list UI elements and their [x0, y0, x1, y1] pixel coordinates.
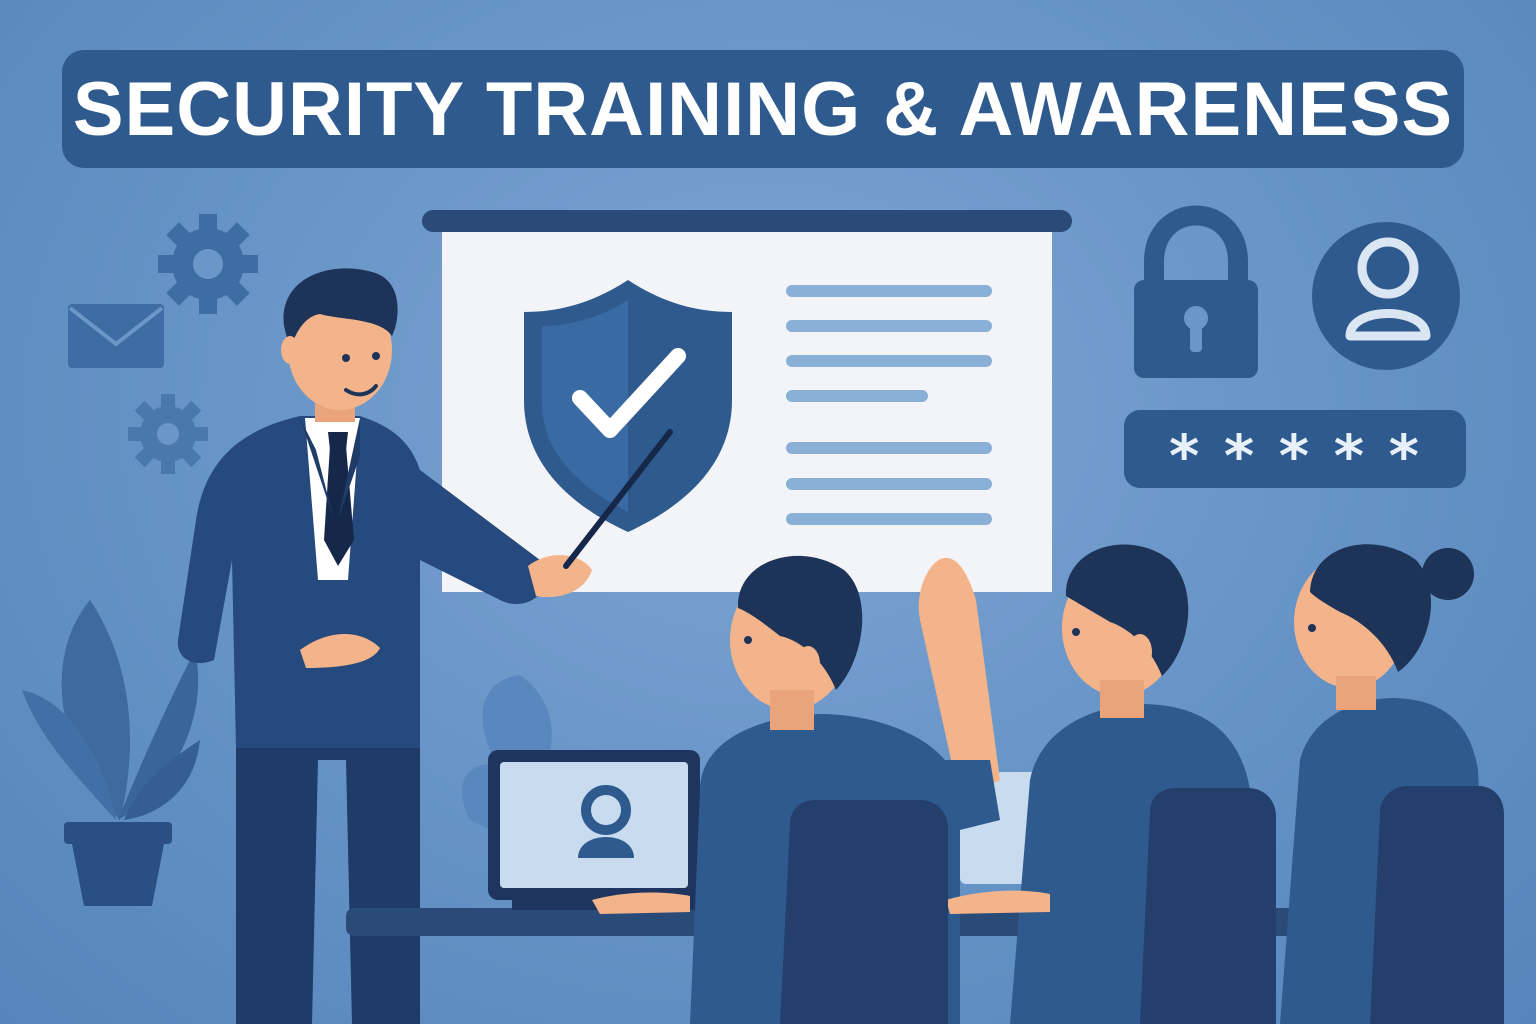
plant-icon	[22, 600, 200, 906]
padlock-icon	[1134, 205, 1258, 378]
small-gear-icon	[128, 394, 208, 474]
illustration-scene	[22, 205, 1504, 1024]
projector-screen	[422, 210, 1072, 592]
password-mask: *****	[1166, 422, 1442, 490]
user-avatar-icon	[1312, 222, 1460, 370]
laptop-user-icon	[488, 750, 712, 910]
password-field: *****	[1124, 410, 1466, 490]
envelope-icon	[68, 304, 164, 368]
gear-icon	[158, 214, 258, 314]
